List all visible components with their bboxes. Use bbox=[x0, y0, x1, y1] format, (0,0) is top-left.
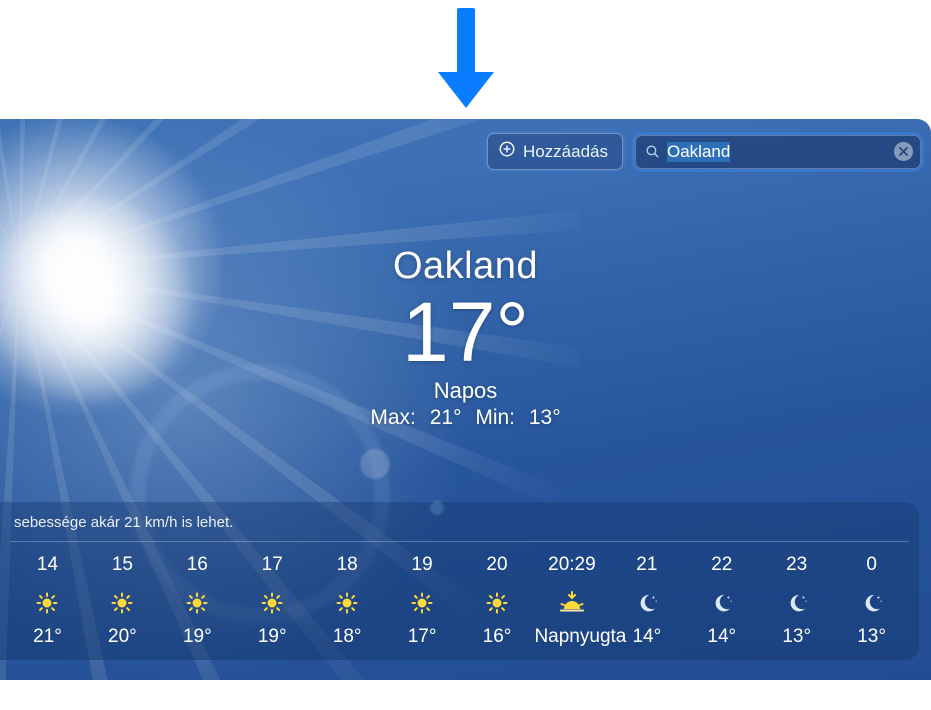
hourly-forecast-panel: sebessége akár 21 km/h is lehet. 14 21°1… bbox=[0, 502, 919, 660]
hour-item: 16 19° bbox=[160, 554, 235, 648]
current-temperature: 17° bbox=[0, 290, 931, 374]
search-box[interactable] bbox=[635, 135, 921, 169]
hour-item: 0 13° bbox=[834, 554, 909, 648]
moon-icon bbox=[834, 586, 909, 620]
sun-icon bbox=[460, 586, 535, 620]
hour-item: 23 13° bbox=[759, 554, 834, 648]
hour-item: 20:29 Napnyugta bbox=[534, 554, 609, 648]
low-value: 13° bbox=[529, 406, 561, 429]
hour-label: 20 bbox=[460, 554, 535, 576]
hour-temperature: 16° bbox=[460, 626, 535, 648]
hour-temperature: 14° bbox=[684, 626, 759, 648]
hour-temperature: 19° bbox=[235, 626, 310, 648]
hour-label: 19 bbox=[385, 554, 460, 576]
location-name: Oakland bbox=[0, 245, 931, 288]
hour-item: 15 20° bbox=[85, 554, 160, 648]
hour-item: 14 21° bbox=[10, 554, 85, 648]
toolbar: Hozzáadás bbox=[487, 133, 921, 170]
high-low: Max: 21° Min: 13° bbox=[0, 406, 931, 430]
high-label: Max: bbox=[370, 406, 416, 429]
add-location-button[interactable]: Hozzáadás bbox=[487, 133, 623, 170]
current-conditions: Oakland 17° Napos Max: 21° Min: 13° bbox=[0, 245, 931, 430]
moon-icon bbox=[759, 586, 834, 620]
hour-temperature: 18° bbox=[310, 626, 385, 648]
hour-label: 18 bbox=[310, 554, 385, 576]
high-value: 21° bbox=[430, 406, 462, 429]
weather-window: Hozzáadás Oakland 17° bbox=[0, 119, 931, 680]
hour-item: 19 17° bbox=[385, 554, 460, 648]
sun-icon bbox=[235, 586, 310, 620]
hour-temperature: 14° bbox=[609, 626, 684, 648]
hour-temperature: 21° bbox=[10, 626, 85, 648]
hour-item: 21 14° bbox=[609, 554, 684, 648]
plus-circle-icon bbox=[498, 140, 516, 163]
search-icon bbox=[644, 143, 661, 160]
hour-label: 14 bbox=[10, 554, 85, 576]
hour-label: 22 bbox=[684, 554, 759, 576]
hour-item: 22 14° bbox=[684, 554, 759, 648]
hour-temperature: 13° bbox=[834, 626, 909, 648]
hour-label: 15 bbox=[85, 554, 160, 576]
hour-label: 20:29 bbox=[534, 554, 609, 576]
hourly-row[interactable]: 14 21°15 20°16 bbox=[10, 542, 909, 648]
sun-icon bbox=[10, 586, 85, 620]
hour-item: 17 19° bbox=[235, 554, 310, 648]
sun-icon bbox=[160, 586, 235, 620]
close-icon bbox=[899, 143, 908, 161]
search-input[interactable] bbox=[667, 142, 888, 162]
clear-search-button[interactable] bbox=[894, 142, 913, 161]
add-button-label: Hozzáadás bbox=[523, 142, 608, 162]
hour-temperature: 19° bbox=[160, 626, 235, 648]
hour-temperature: 13° bbox=[759, 626, 834, 648]
hour-item: 20 16° bbox=[460, 554, 535, 648]
sun-icon bbox=[385, 586, 460, 620]
hour-temperature: 17° bbox=[385, 626, 460, 648]
low-label: Min: bbox=[475, 406, 515, 429]
hour-temperature: Napnyugta bbox=[534, 626, 609, 648]
hour-label: 16 bbox=[160, 554, 235, 576]
hour-label: 0 bbox=[834, 554, 909, 576]
hour-label: 23 bbox=[759, 554, 834, 576]
sun-icon bbox=[310, 586, 385, 620]
moon-icon bbox=[609, 586, 684, 620]
hour-label: 17 bbox=[235, 554, 310, 576]
current-condition: Napos bbox=[0, 378, 931, 404]
hour-item: 18 18° bbox=[310, 554, 385, 648]
sun-icon bbox=[85, 586, 160, 620]
hourly-summary-text: sebessége akár 21 km/h is lehet. bbox=[10, 514, 909, 542]
annotation-arrow-down bbox=[436, 8, 496, 118]
moon-icon bbox=[684, 586, 759, 620]
hour-temperature: 20° bbox=[85, 626, 160, 648]
sunset-icon bbox=[534, 586, 609, 620]
hour-label: 21 bbox=[609, 554, 684, 576]
